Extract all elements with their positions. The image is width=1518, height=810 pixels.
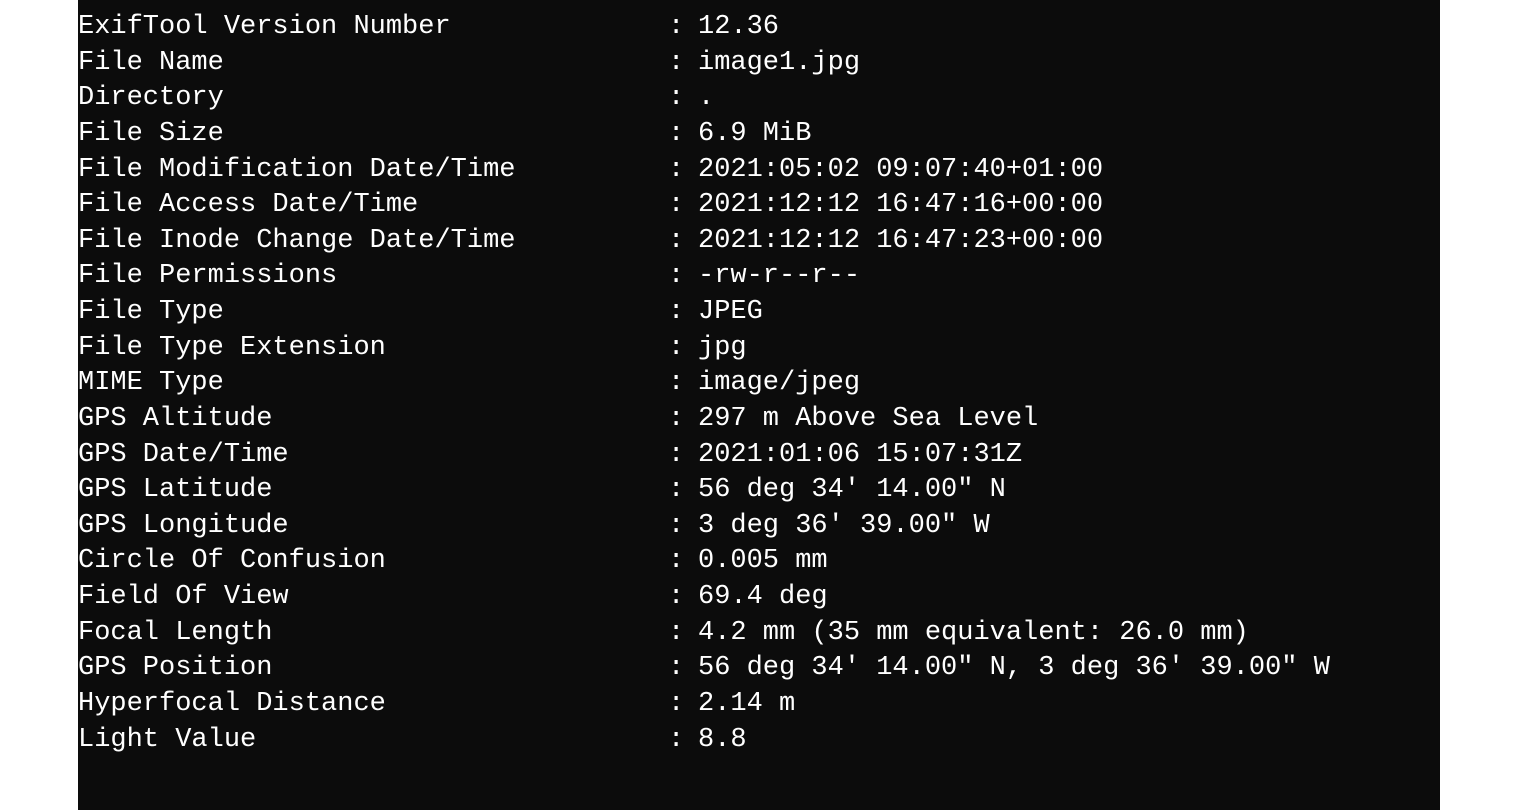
metadata-row: File Type Extension : jpg	[78, 331, 1440, 367]
separator: :	[668, 438, 698, 474]
separator: :	[668, 366, 698, 402]
metadata-value: 12.36	[698, 10, 1440, 46]
metadata-row: GPS Altitude : 297 m Above Sea Level	[78, 402, 1440, 438]
metadata-row: File Inode Change Date/Time : 2021:12:12…	[78, 224, 1440, 260]
metadata-value: 4.2 mm (35 mm equivalent: 26.0 mm)	[698, 616, 1440, 652]
metadata-label: Hyperfocal Distance	[78, 687, 668, 723]
metadata-label: Focal Length	[78, 616, 668, 652]
separator: :	[668, 153, 698, 189]
metadata-row: Light Value : 8.8	[78, 723, 1440, 759]
separator: :	[668, 10, 698, 46]
terminal-output: ExifTool Version Number : 12.36 File Nam…	[78, 0, 1440, 810]
metadata-row: Circle Of Confusion : 0.005 mm	[78, 544, 1440, 580]
metadata-label: File Type	[78, 295, 668, 331]
separator: :	[668, 473, 698, 509]
separator: :	[668, 687, 698, 723]
metadata-row: ExifTool Version Number : 12.36	[78, 10, 1440, 46]
metadata-value: 56 deg 34' 14.00" N, 3 deg 36' 39.00" W	[698, 651, 1440, 687]
metadata-value: 2.14 m	[698, 687, 1440, 723]
metadata-label: File Type Extension	[78, 331, 668, 367]
metadata-row: File Access Date/Time : 2021:12:12 16:47…	[78, 188, 1440, 224]
separator: :	[668, 81, 698, 117]
separator: :	[668, 544, 698, 580]
separator: :	[668, 723, 698, 759]
metadata-row: Hyperfocal Distance : 2.14 m	[78, 687, 1440, 723]
metadata-value: jpg	[698, 331, 1440, 367]
metadata-row: GPS Longitude : 3 deg 36' 39.00" W	[78, 509, 1440, 545]
metadata-label: File Name	[78, 46, 668, 82]
metadata-label: File Access Date/Time	[78, 188, 668, 224]
metadata-value: 56 deg 34' 14.00" N	[698, 473, 1440, 509]
metadata-label: File Modification Date/Time	[78, 153, 668, 189]
metadata-row: File Modification Date/Time : 2021:05:02…	[78, 153, 1440, 189]
metadata-value: 2021:05:02 09:07:40+01:00	[698, 153, 1440, 189]
separator: :	[668, 117, 698, 153]
metadata-value: 2021:01:06 15:07:31Z	[698, 438, 1440, 474]
metadata-row: Focal Length : 4.2 mm (35 mm equivalent:…	[78, 616, 1440, 652]
metadata-row: GPS Position : 56 deg 34' 14.00" N, 3 de…	[78, 651, 1440, 687]
separator: :	[668, 580, 698, 616]
metadata-label: MIME Type	[78, 366, 668, 402]
metadata-label: Circle Of Confusion	[78, 544, 668, 580]
metadata-label: GPS Date/Time	[78, 438, 668, 474]
metadata-row: Directory : .	[78, 81, 1440, 117]
metadata-label: GPS Longitude	[78, 509, 668, 545]
metadata-value: 297 m Above Sea Level	[698, 402, 1440, 438]
separator: :	[668, 46, 698, 82]
separator: :	[668, 259, 698, 295]
metadata-row: GPS Date/Time : 2021:01:06 15:07:31Z	[78, 438, 1440, 474]
metadata-row: Field Of View : 69.4 deg	[78, 580, 1440, 616]
metadata-label: ExifTool Version Number	[78, 10, 668, 46]
separator: :	[668, 224, 698, 260]
metadata-row: MIME Type : image/jpeg	[78, 366, 1440, 402]
metadata-row: File Permissions : -rw-r--r--	[78, 259, 1440, 295]
separator: :	[668, 651, 698, 687]
separator: :	[668, 616, 698, 652]
metadata-value: JPEG	[698, 295, 1440, 331]
metadata-label: Light Value	[78, 723, 668, 759]
separator: :	[668, 509, 698, 545]
metadata-value: -rw-r--r--	[698, 259, 1440, 295]
metadata-value: image1.jpg	[698, 46, 1440, 82]
metadata-value: 8.8	[698, 723, 1440, 759]
metadata-row: File Type : JPEG	[78, 295, 1440, 331]
metadata-row: File Size : 6.9 MiB	[78, 117, 1440, 153]
metadata-value: 3 deg 36' 39.00" W	[698, 509, 1440, 545]
metadata-label: File Permissions	[78, 259, 668, 295]
metadata-label: File Size	[78, 117, 668, 153]
metadata-label: GPS Altitude	[78, 402, 668, 438]
metadata-label: Directory	[78, 81, 668, 117]
metadata-value: 2021:12:12 16:47:16+00:00	[698, 188, 1440, 224]
metadata-value: .	[698, 81, 1440, 117]
metadata-label: GPS Latitude	[78, 473, 668, 509]
metadata-value: image/jpeg	[698, 366, 1440, 402]
metadata-row: GPS Latitude : 56 deg 34' 14.00" N	[78, 473, 1440, 509]
separator: :	[668, 402, 698, 438]
metadata-value: 0.005 mm	[698, 544, 1440, 580]
metadata-row: File Name : image1.jpg	[78, 46, 1440, 82]
separator: :	[668, 295, 698, 331]
metadata-value: 2021:12:12 16:47:23+00:00	[698, 224, 1440, 260]
metadata-value: 69.4 deg	[698, 580, 1440, 616]
metadata-value: 6.9 MiB	[698, 117, 1440, 153]
metadata-label: File Inode Change Date/Time	[78, 224, 668, 260]
metadata-label: GPS Position	[78, 651, 668, 687]
separator: :	[668, 188, 698, 224]
separator: :	[668, 331, 698, 367]
metadata-label: Field Of View	[78, 580, 668, 616]
